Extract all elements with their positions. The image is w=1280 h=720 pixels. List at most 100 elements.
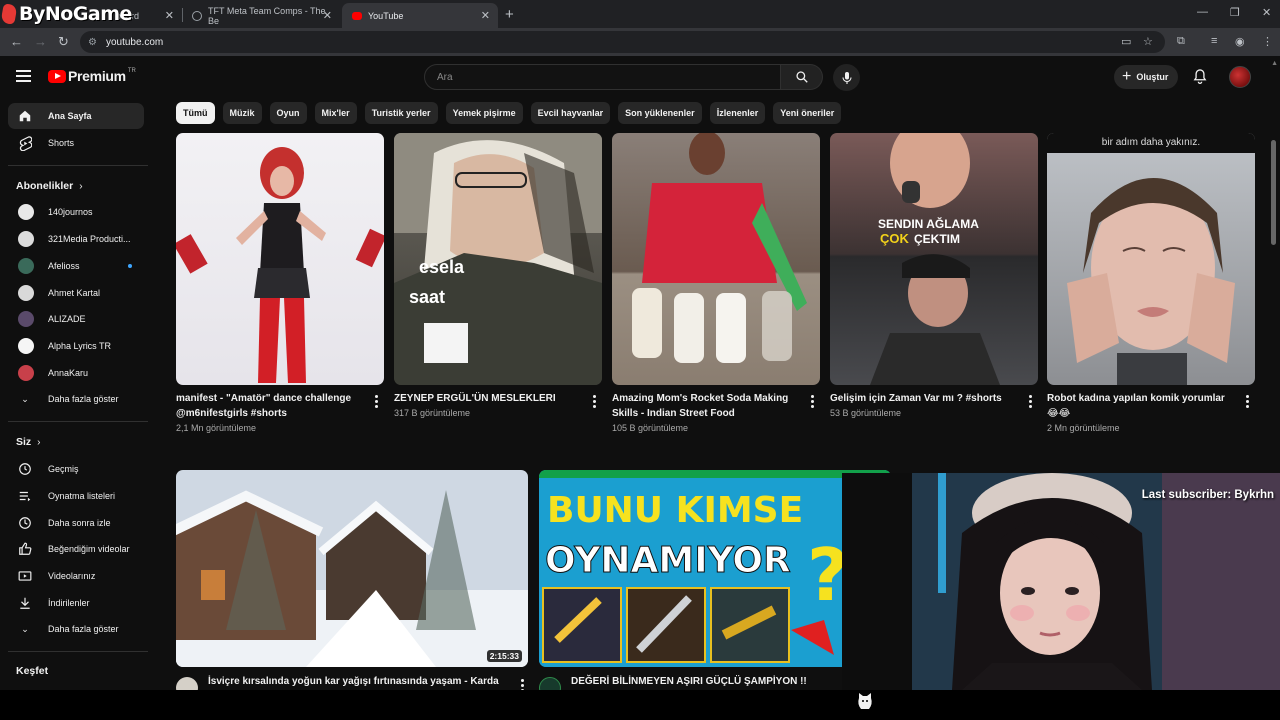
- sidebar-item-show-more[interactable]: ⌄ Daha fazla göster: [8, 386, 144, 412]
- video-title[interactable]: DEĞERİ BİLİNMEYEN AŞIRI GÜÇLÜ ŞAMPİYON !…: [571, 676, 807, 687]
- create-button[interactable]: + Oluştur: [1114, 65, 1179, 89]
- sidebar-item-label: Shorts: [48, 138, 75, 148]
- close-window-icon[interactable]: ✕: [1262, 6, 1271, 19]
- short-title[interactable]: manifest - "Amatör" dance challenge @m6n…: [176, 391, 362, 421]
- short-thumbnail[interactable]: bir adım daha yakınız.: [1047, 133, 1255, 385]
- short-title[interactable]: Gelişim için Zaman Var mı ? #shorts: [830, 391, 1016, 406]
- sidebar-item-shorts[interactable]: Shorts: [8, 130, 144, 156]
- chevron-down-icon: ⌄: [21, 623, 29, 634]
- close-icon[interactable]: ✕: [323, 9, 332, 22]
- youtube-premium-logo[interactable]: Premium TR: [48, 68, 136, 84]
- short-card[interactable]: SENDIN AĞLAMA ÇOK ÇEKTIM Gelişim için Za…: [830, 133, 1038, 418]
- short-card[interactable]: Amazing Mom's Rocket Soda Making Skills …: [612, 133, 820, 433]
- chip-music[interactable]: Müzik: [222, 102, 262, 124]
- short-thumbnail[interactable]: SENDIN AĞLAMA ÇOK ÇEKTIM: [830, 133, 1038, 385]
- sidebar-item-subscription[interactable]: 140journos: [8, 199, 144, 225]
- scroll-up-arrow-icon[interactable]: ▲: [1271, 60, 1278, 67]
- notifications-bell-icon[interactable]: [1192, 68, 1208, 85]
- sidebar-item-label: Videolarınız: [48, 571, 96, 581]
- thumbnail-image: esela saat: [394, 133, 602, 385]
- site-settings-icon[interactable]: ⚙: [88, 37, 97, 48]
- you-heading[interactable]: Siz ›: [16, 436, 41, 448]
- short-card[interactable]: bir adım daha yakınız. Robot kadına yapı…: [1047, 133, 1255, 433]
- thumbs-up-icon: [18, 542, 32, 556]
- short-title[interactable]: Amazing Mom's Rocket Soda Making Skills …: [612, 391, 798, 421]
- sidebar-item-liked[interactable]: Beğendiğim videolar: [8, 536, 144, 562]
- short-title[interactable]: Robot kadına yapılan komik yorumlar 😂😂: [1047, 391, 1233, 421]
- sidebar-item-subscription[interactable]: Afelioss: [8, 253, 144, 279]
- short-card[interactable]: manifest - "Amatör" dance challenge @m6n…: [176, 133, 384, 433]
- short-thumbnail[interactable]: [176, 133, 384, 385]
- more-actions-icon[interactable]: [1245, 395, 1249, 408]
- sidebar-item-subscription[interactable]: 321Media Producti...: [8, 226, 144, 252]
- sidebar-item-history[interactable]: Geçmiş: [8, 456, 144, 482]
- video-thumbnail[interactable]: BUNU KIMSE OYNAMIYOR ?: [539, 470, 891, 667]
- sidebar-item-watch-later[interactable]: Daha sonra izle: [8, 510, 144, 536]
- sidebar-item-downloads[interactable]: İndirilenler: [8, 590, 144, 616]
- minimize-icon[interactable]: —: [1197, 6, 1208, 18]
- tab-tft-meta[interactable]: TFT Meta Team Comps - The Be ✕: [182, 3, 340, 28]
- bookmark-star-icon[interactable]: ☆: [1143, 35, 1153, 48]
- back-icon[interactable]: ←: [10, 34, 23, 49]
- menu-icon[interactable]: [16, 70, 31, 82]
- sidebar-item-your-videos[interactable]: Videolarınız: [8, 563, 144, 589]
- profile-icon[interactable]: ◉: [1235, 35, 1245, 48]
- subscriptions-heading[interactable]: Abonelikler ›: [16, 180, 83, 192]
- thumbnail-overlay-text: saat: [409, 287, 445, 307]
- close-icon[interactable]: ✕: [481, 9, 490, 22]
- tab-youtube[interactable]: YouTube ✕: [342, 3, 498, 28]
- video-title[interactable]: İsviçre kırsalında yoğun kar yağışı fırt…: [208, 676, 499, 687]
- video-card[interactable]: 2:15:33 İsviçre kırsalında yoğun kar yağ…: [176, 470, 528, 699]
- chip-pets[interactable]: Evcil hayvanlar: [530, 102, 611, 124]
- forward-icon[interactable]: →: [34, 34, 47, 49]
- url-field[interactable]: ⚙ youtube.com: [80, 31, 1165, 53]
- short-thumbnail[interactable]: [612, 133, 820, 385]
- cast-icon[interactable]: ▭: [1121, 35, 1131, 48]
- extensions-icon[interactable]: ⧉: [1177, 35, 1185, 48]
- restore-icon[interactable]: ❐: [1230, 6, 1240, 19]
- chip-gaming[interactable]: Oyun: [269, 102, 307, 124]
- chip-recently-uploaded[interactable]: Son yüklenenler: [618, 102, 702, 124]
- page-scrollbar[interactable]: [1271, 140, 1276, 245]
- chip-cooking[interactable]: Yemek pişirme: [445, 102, 523, 124]
- more-actions-icon[interactable]: [374, 395, 378, 408]
- bottom-letterbox: [0, 690, 1280, 720]
- short-thumbnail[interactable]: esela saat: [394, 133, 602, 385]
- short-card[interactable]: esela saat ZEYNEP ERGÜL'ÜN MESLEKLERI 31…: [394, 133, 602, 418]
- browser-menu-icon[interactable]: ⋮: [1262, 35, 1273, 48]
- video-card[interactable]: BUNU KIMSE OYNAMIYOR ? DEĞERİ BİLİNMEYEN…: [539, 470, 891, 699]
- sidebar-item-subscription[interactable]: AnnaKaru: [8, 360, 144, 386]
- thumbnail-overlay-text: esela: [419, 257, 465, 277]
- close-icon[interactable]: ✕: [165, 9, 174, 22]
- sidebar-item-show-more[interactable]: ⌄ Daha fazla göster: [8, 616, 144, 642]
- account-avatar[interactable]: [1229, 66, 1251, 88]
- more-actions-icon[interactable]: [810, 395, 814, 408]
- sidebar-item-subscription[interactable]: ALIZADE: [8, 306, 144, 332]
- sidebar-item-label: AnnaKaru: [48, 368, 89, 378]
- sidebar-item-playlists[interactable]: Oynatma listeleri: [8, 483, 144, 509]
- sidebar-item-subscription[interactable]: Ahmet Kartal: [8, 280, 144, 306]
- sidebar-divider: [8, 651, 148, 652]
- voice-search-button[interactable]: [833, 64, 860, 91]
- watch-later-icon: [18, 516, 32, 530]
- video-thumbnail[interactable]: 2:15:33: [176, 470, 528, 667]
- chip-mixes[interactable]: Mix'ler: [314, 102, 357, 124]
- chip-watched[interactable]: İzlenenler: [709, 102, 766, 124]
- more-actions-icon[interactable]: [1028, 395, 1032, 408]
- search-button[interactable]: [781, 64, 823, 90]
- media-controls-icon[interactable]: ≡: [1211, 35, 1217, 47]
- search-input[interactable]: Ara: [424, 64, 781, 90]
- more-actions-icon[interactable]: [592, 395, 596, 408]
- channel-avatar: [18, 204, 34, 220]
- sidebar-item-subscription[interactable]: Alpha Lyrics TR: [8, 333, 144, 359]
- channel-avatar: [18, 285, 34, 301]
- reload-icon[interactable]: ↻: [58, 34, 69, 50]
- short-title[interactable]: ZEYNEP ERGÜL'ÜN MESLEKLERI: [394, 391, 580, 406]
- thumbnail-overlay-text: BUNU KIMSE: [547, 490, 803, 531]
- chip-new-to-you[interactable]: Yeni öneriler: [773, 102, 842, 124]
- sidebar-item-home[interactable]: Ana Sayfa: [8, 103, 144, 129]
- new-tab-icon[interactable]: +: [505, 6, 514, 23]
- sidebar-item-label: Ana Sayfa: [48, 111, 92, 121]
- chip-tourist-places[interactable]: Turistik yerler: [364, 102, 438, 124]
- chip-all[interactable]: Tümü: [176, 102, 215, 124]
